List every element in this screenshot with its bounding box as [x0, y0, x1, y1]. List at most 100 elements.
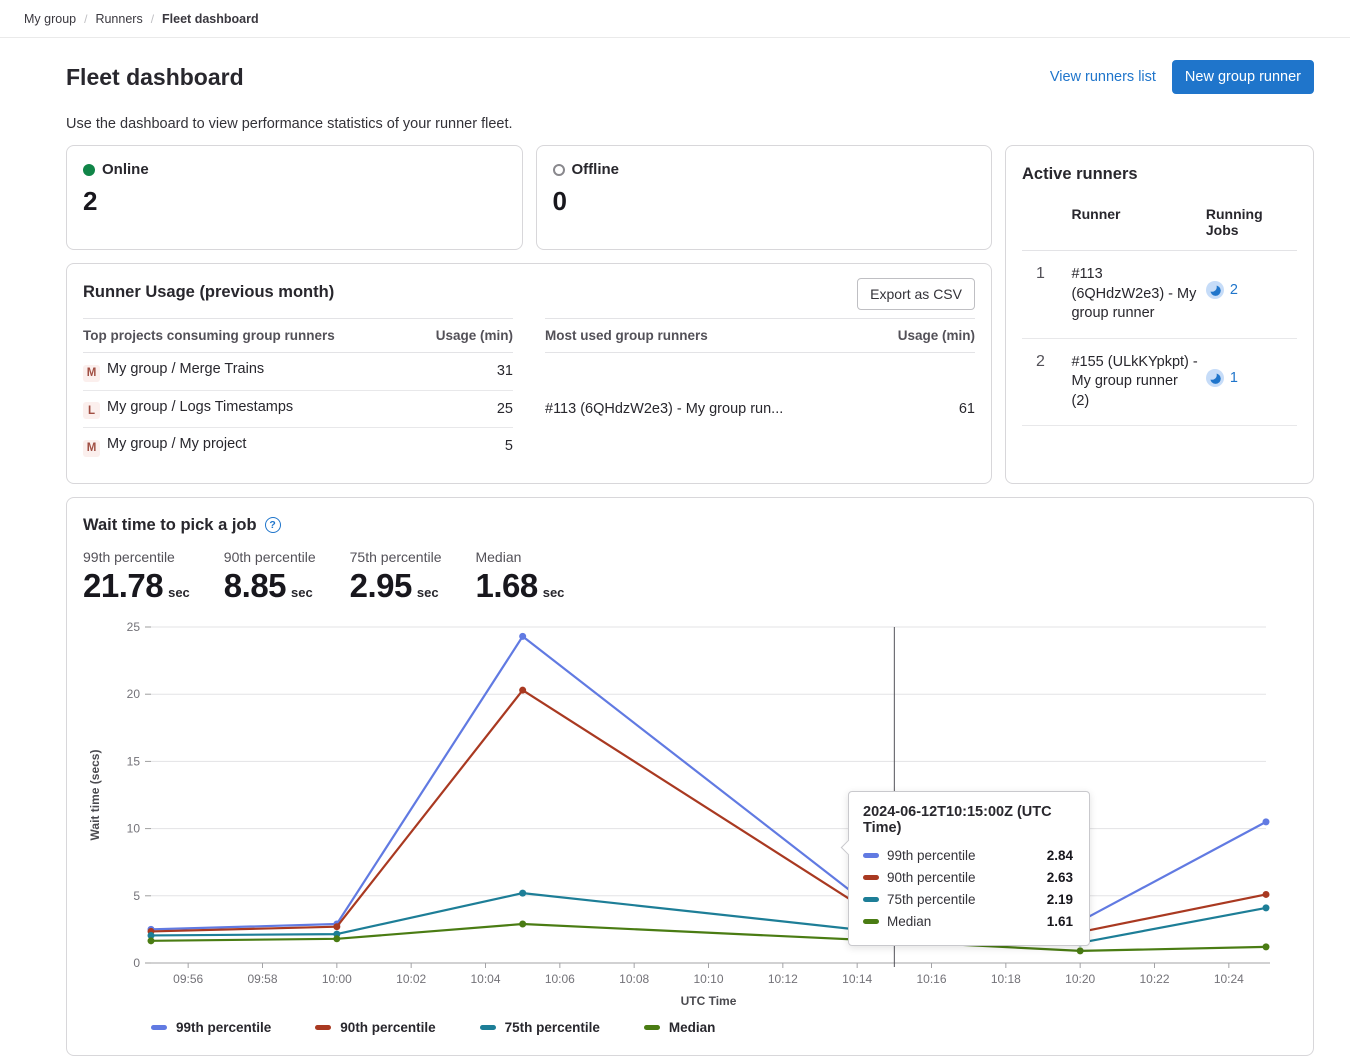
active-runners-title: Active runners	[1022, 165, 1297, 184]
page-title: Fleet dashboard	[66, 64, 244, 91]
stat-unit: sec	[417, 585, 439, 600]
tooltip-row: 75th percentile 2.19	[863, 889, 1073, 911]
project-avatar: M	[83, 440, 100, 457]
running-jobs-link[interactable]: 2	[1206, 281, 1238, 299]
offline-label: Offline	[572, 161, 620, 178]
breadcrumb-runners[interactable]: Runners	[95, 12, 142, 26]
stat-unit: sec	[543, 585, 565, 600]
stat-value: 8.85	[224, 567, 286, 605]
stat-value: 21.78	[83, 567, 163, 605]
running-jobs-count: 1	[1230, 370, 1238, 386]
view-runners-list-link[interactable]: View runners list	[1050, 69, 1156, 85]
project-name: My group / Logs Timestamps	[107, 399, 293, 415]
table-row: 1 #113 (6QHdzW2e3) - My group runner 2	[1022, 251, 1297, 339]
legend-item-90th[interactable]: 90th percentile	[315, 1020, 435, 1035]
svg-text:10:06: 10:06	[545, 972, 575, 986]
active-runners-table: Runner Running Jobs 1 #113 (6QHdzW2e3) -…	[1022, 198, 1297, 426]
table-row: 2 #155 (ULkKYpkpt) - My group runner (2)…	[1022, 338, 1297, 426]
help-icon[interactable]: ?	[265, 517, 281, 533]
project-avatar: L	[83, 402, 100, 419]
online-label: Online	[102, 161, 149, 178]
column-header-running-jobs: Running Jobs	[1202, 198, 1297, 251]
svg-text:10:04: 10:04	[470, 972, 500, 986]
column-header-usage-min: Usage (min)	[870, 319, 975, 353]
new-group-runner-button[interactable]: New group runner	[1172, 60, 1314, 94]
offline-count: 0	[553, 186, 976, 217]
svg-text:10:22: 10:22	[1139, 972, 1169, 986]
runner-rank: 2	[1022, 338, 1067, 426]
column-header-top-projects: Top projects consuming group runners	[83, 319, 412, 353]
runner-name: #113 (6QHdzW2e3) - My group runner	[1067, 251, 1201, 339]
svg-text:10:20: 10:20	[1065, 972, 1095, 986]
legend-swatch-median	[644, 1025, 660, 1030]
stat-75th-percentile: 75th percentile 2.95sec	[350, 549, 442, 605]
series-swatch-90th	[863, 875, 879, 880]
stat-99th-percentile: 99th percentile 21.78sec	[83, 549, 190, 605]
tooltip-title: 2024-06-12T10:15:00Z (UTC Time)	[863, 804, 1073, 836]
table-row: MMy group / Merge Trains 31	[83, 353, 513, 391]
breadcrumb-separator: /	[151, 12, 154, 26]
online-status-icon	[83, 164, 95, 176]
project-usage: 5	[412, 428, 513, 465]
svg-text:09:58: 09:58	[247, 972, 277, 986]
svg-text:10: 10	[127, 821, 141, 835]
offline-status-icon	[553, 164, 565, 176]
svg-text:15: 15	[127, 754, 141, 768]
stat-median: Median 1.68sec	[475, 549, 564, 605]
table-row: L My group / Logs Timestamps 25	[83, 390, 513, 428]
svg-text:20: 20	[127, 687, 141, 701]
breadcrumb: My group / Runners / Fleet dashboard	[0, 0, 1350, 38]
stat-unit: sec	[291, 585, 313, 600]
breadcrumb-fleet-dashboard: Fleet dashboard	[162, 12, 259, 26]
wait-time-chart[interactable]: 0 5 10 15 20 25 09:56 09:58 10:00 10:02 10:04 10:06…	[83, 615, 1297, 1012]
stat-value: 2.95	[350, 567, 412, 605]
offline-card: Offline 0	[536, 145, 993, 250]
wait-time-stats: 99th percentile 21.78sec 90th percentile…	[83, 549, 1297, 605]
runner-rank: 1	[1022, 251, 1067, 339]
svg-text:10:02: 10:02	[396, 972, 426, 986]
svg-text:10:10: 10:10	[693, 972, 723, 986]
table-row: #113 (6QHdzW2e3) - My group run... 61	[545, 353, 975, 465]
chart-legend: 99th percentile 90th percentile 75th per…	[151, 1020, 1297, 1035]
page-description: Use the dashboard to view performance st…	[66, 116, 1314, 132]
series-swatch-median	[863, 919, 879, 924]
svg-text:5: 5	[133, 888, 140, 902]
wait-time-card: Wait time to pick a job ? 99th percentil…	[66, 497, 1314, 1056]
legend-swatch-90th	[315, 1025, 331, 1030]
stat-value: 1.68	[475, 567, 537, 605]
svg-text:10:00: 10:00	[322, 972, 352, 986]
online-card: Online 2	[66, 145, 523, 250]
series-swatch-75th	[863, 897, 879, 902]
running-jobs-count: 2	[1230, 282, 1238, 298]
project-name: My group / My project	[107, 436, 246, 452]
svg-text:10:08: 10:08	[619, 972, 649, 986]
runner-usage-card: Runner Usage (previous month) Export as …	[66, 263, 992, 484]
project-usage: 31	[412, 353, 513, 391]
running-jobs-link[interactable]: 1	[1206, 369, 1238, 387]
running-status-icon	[1206, 369, 1224, 387]
running-status-icon	[1206, 281, 1224, 299]
export-csv-button[interactable]: Export as CSV	[857, 278, 975, 310]
svg-text:09:56: 09:56	[173, 972, 203, 986]
stat-unit: sec	[168, 585, 190, 600]
most-used-runners-table: Most used group runners Usage (min) #113…	[545, 318, 975, 465]
series-swatch-99th	[863, 853, 879, 858]
svg-text:10:18: 10:18	[991, 972, 1021, 986]
online-count: 2	[83, 186, 506, 217]
project-usage: 25	[412, 390, 513, 428]
page-header: Fleet dashboard View runners list New gr…	[66, 60, 1314, 94]
legend-swatch-75th	[480, 1025, 496, 1030]
legend-item-median[interactable]: Median	[644, 1020, 716, 1035]
chart-tooltip: 2024-06-12T10:15:00Z (UTC Time) 99th per…	[848, 791, 1090, 946]
legend-item-99th[interactable]: 99th percentile	[151, 1020, 271, 1035]
legend-item-75th[interactable]: 75th percentile	[480, 1020, 600, 1035]
breadcrumb-my-group[interactable]: My group	[24, 12, 76, 26]
svg-text:25: 25	[127, 620, 141, 634]
line-chart-canvas[interactable]: 0 5 10 15 20 25 09:56 09:58 10:00 10:02 10:04 10:06…	[83, 615, 1299, 1007]
top-projects-table: Top projects consuming group runners Usa…	[83, 318, 513, 465]
svg-text:0: 0	[133, 956, 140, 970]
legend-swatch-99th	[151, 1025, 167, 1030]
stat-90th-percentile: 90th percentile 8.85sec	[224, 549, 316, 605]
runner-name: #113 (6QHdzW2e3) - My group run...	[545, 353, 870, 465]
tooltip-row: 99th percentile 2.84	[863, 845, 1073, 867]
